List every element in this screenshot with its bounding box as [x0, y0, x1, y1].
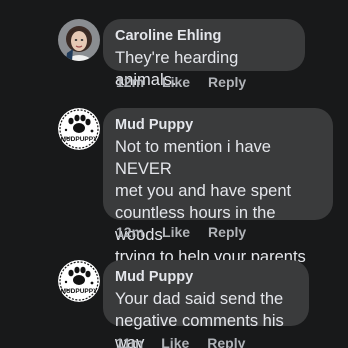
comment-bubble: Mud Puppy Your dad said send the negativ…	[103, 260, 309, 348]
avatar-text: MUDPUPPY	[61, 288, 99, 295]
paw-logo-icon: MUDPUPPY	[58, 108, 100, 150]
avatar[interactable]: MUDPUPPY	[58, 108, 100, 150]
reply-button[interactable]: Reply	[208, 73, 246, 91]
comment-actions: 12m Like Reply	[116, 73, 246, 91]
comment-author[interactable]: Mud Puppy	[115, 116, 321, 134]
comment-actions: 12m Like Reply	[116, 223, 246, 241]
reply-button[interactable]: Reply	[207, 334, 245, 348]
reply-button[interactable]: Reply	[208, 223, 246, 241]
like-button[interactable]: Like	[161, 334, 189, 348]
avatar[interactable]	[58, 19, 100, 61]
comment-actions: 11m Like Reply	[116, 334, 245, 348]
comment-bubble: Mud Puppy Not to mention i have NEVER me…	[103, 108, 333, 266]
comment-bubble: Caroline Ehling They're hearding animals…	[103, 19, 305, 89]
like-button[interactable]: Like	[162, 223, 190, 241]
user-photo-icon	[58, 19, 100, 61]
avatar[interactable]: MUDPUPPY	[58, 260, 100, 302]
comment-author[interactable]: Caroline Ehling	[115, 27, 293, 45]
comment-text: Not to mention i have NEVER met you and …	[115, 138, 306, 266]
comment-timestamp[interactable]: 11m	[116, 334, 143, 348]
like-button[interactable]: Like	[162, 73, 190, 91]
comment-timestamp[interactable]: 12m	[116, 73, 144, 91]
comment-thread: Caroline Ehling They're hearding animals…	[0, 0, 348, 348]
comment-timestamp[interactable]: 12m	[116, 223, 144, 241]
avatar-text: MUDPUPPY	[61, 136, 99, 143]
paw-logo-icon: MUDPUPPY	[58, 260, 100, 302]
comment-author[interactable]: Mud Puppy	[115, 268, 297, 286]
